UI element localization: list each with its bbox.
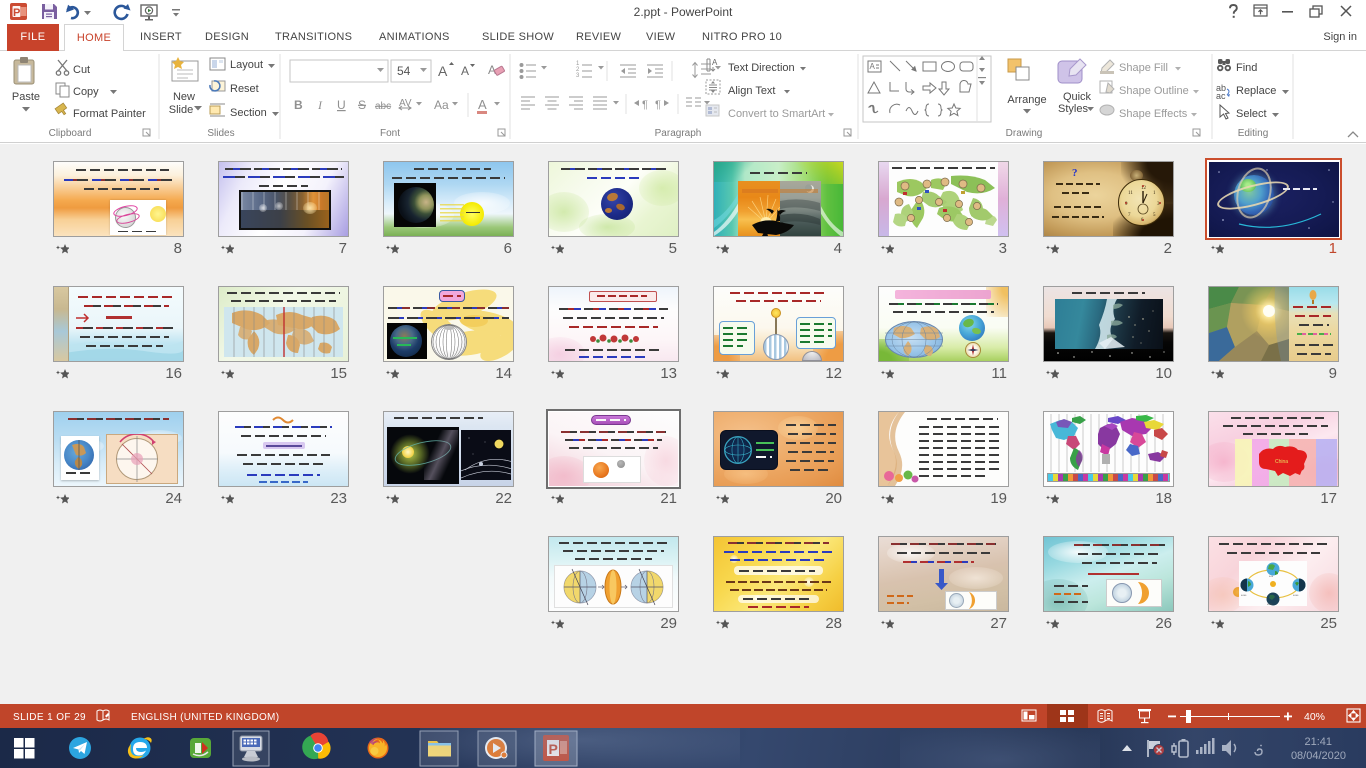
svg-text:S: S [358, 98, 366, 112]
svg-text:abc: abc [375, 101, 391, 112]
svg-text:B: B [294, 98, 303, 112]
svg-text:Find: Find [1236, 62, 1257, 74]
svg-text:Slide: Slide [169, 104, 193, 116]
svg-text:Slides: Slides [207, 128, 234, 139]
svg-text:Section: Section [230, 107, 267, 119]
svg-text:Styles: Styles [1058, 103, 1088, 115]
svg-text:Convert to SmartArt: Convert to SmartArt [728, 108, 825, 120]
svg-text:Paragraph: Paragraph [655, 128, 702, 139]
svg-text:Cut: Cut [73, 64, 90, 76]
svg-text:****: **** [1293, 594, 1299, 598]
svg-text:Arrange: Arrange [1007, 94, 1046, 106]
svg-text:3: 3 [576, 73, 580, 79]
svg-text:Copy: Copy [73, 86, 99, 98]
svg-text:A: A [870, 62, 876, 71]
svg-text:Format Painter: Format Painter [73, 108, 146, 120]
svg-text:40%: 40% [1304, 711, 1325, 723]
svg-text:****: **** [1241, 594, 1247, 598]
svg-text:Select: Select [1236, 108, 1267, 120]
svg-text:Shape Outline: Shape Outline [1119, 85, 1189, 97]
svg-text:ac: ac [1216, 91, 1226, 101]
svg-text:P: P [13, 7, 20, 19]
svg-text:A: A [712, 58, 718, 67]
svg-text:U: U [337, 98, 346, 112]
svg-text:Align Text: Align Text [728, 85, 776, 97]
svg-text:¶: ¶ [655, 99, 661, 111]
svg-text:5: 5 [1153, 213, 1156, 218]
svg-text:New: New [173, 91, 195, 103]
svg-text:12: 12 [1141, 186, 1147, 191]
svg-text:ENGLISH (UNITED KINGDOM): ENGLISH (UNITED KINGDOM) [131, 712, 279, 723]
svg-text:Quick: Quick [1063, 91, 1092, 103]
svg-text:***: *** [1269, 575, 1274, 579]
svg-text:Replace: Replace [1236, 85, 1276, 97]
svg-text:Drawing: Drawing [1006, 128, 1043, 139]
svg-text:Reset: Reset [230, 83, 259, 95]
svg-text:54: 54 [397, 64, 411, 78]
svg-text:Font: Font [380, 128, 400, 139]
svg-text:A: A [478, 97, 487, 112]
svg-text:Shape Effects: Shape Effects [1119, 108, 1188, 120]
svg-text:Editing: Editing [1238, 128, 1269, 139]
svg-text:¶: ¶ [642, 99, 648, 111]
svg-text:Paste: Paste [12, 91, 40, 103]
svg-text:Layout: Layout [230, 59, 263, 71]
svg-text:A: A [438, 63, 448, 79]
svg-text:Aa: Aa [434, 98, 449, 112]
svg-text:Clipboard: Clipboard [49, 128, 92, 139]
svg-text:I: I [317, 98, 323, 112]
svg-text:A: A [461, 64, 469, 78]
svg-text:Text Direction: Text Direction [728, 62, 795, 74]
svg-text:****: **** [1267, 603, 1273, 606]
svg-text:11: 11 [1128, 191, 1133, 196]
svg-text:SLIDE 1 OF 29: SLIDE 1 OF 29 [13, 712, 86, 723]
svg-text:China: China [1275, 459, 1288, 465]
svg-text:7: 7 [1128, 213, 1131, 218]
svg-text:Shape Fill: Shape Fill [1119, 62, 1168, 74]
svg-text:1: 1 [1153, 191, 1156, 196]
